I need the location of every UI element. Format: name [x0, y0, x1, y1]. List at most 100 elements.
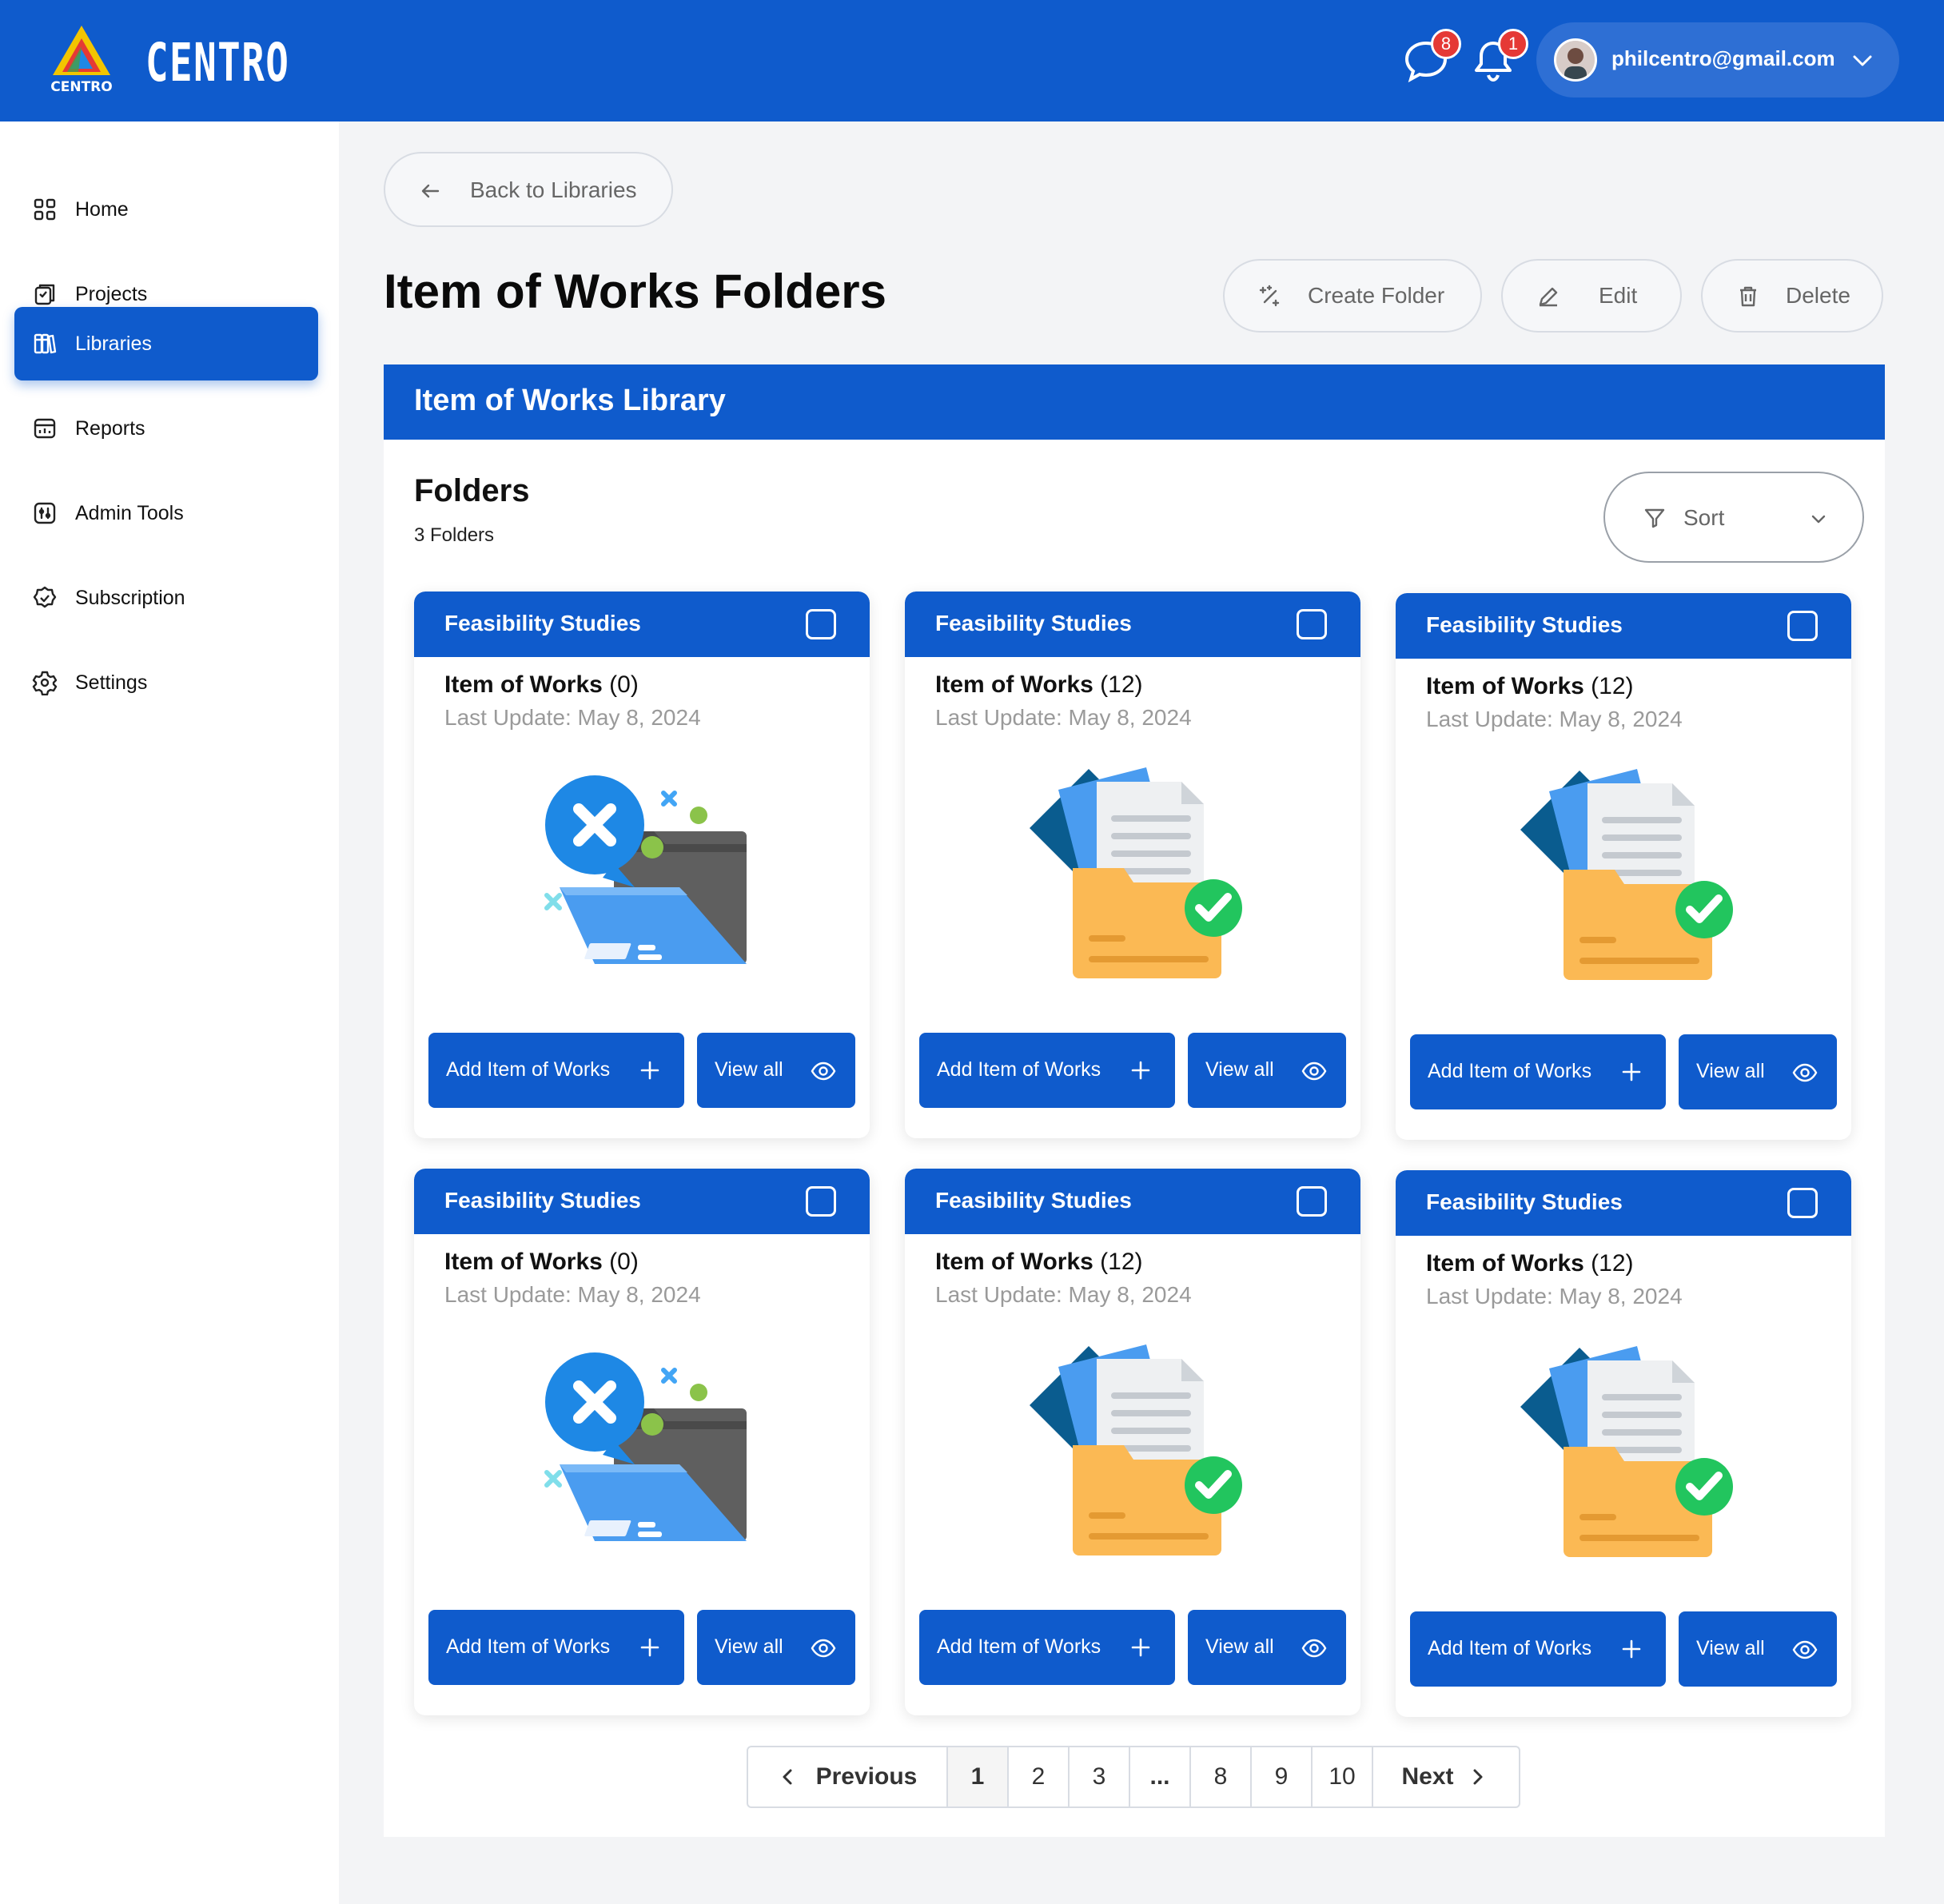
next-label: Next [1401, 1763, 1454, 1790]
delete-button[interactable]: Delete [1701, 259, 1883, 333]
card-last-update: Last Update: May 8, 2024 [444, 1282, 701, 1307]
card-item-name: Item of Works [935, 671, 1094, 698]
card-category: Feasibility Studies [444, 611, 641, 635]
card-header: Feasibility Studies [905, 1169, 1360, 1234]
eye-icon [1301, 1062, 1327, 1081]
sidebar-item-libraries[interactable]: Libraries [14, 307, 318, 380]
card-header: Feasibility Studies [414, 1169, 870, 1234]
page-button-9[interactable]: 9 [1252, 1747, 1313, 1806]
previous-button[interactable]: Previous [748, 1747, 948, 1806]
view-all-button[interactable]: View all [1188, 1033, 1346, 1108]
folder-card[interactable]: Feasibility Studies Item of Works (12) L… [1396, 593, 1851, 1140]
card-header: Feasibility Studies [1396, 593, 1851, 659]
card-title: Item of Works (12) [935, 1249, 1143, 1276]
back-label: Back to Libraries [470, 177, 637, 202]
edit-button[interactable]: Edit [1501, 259, 1682, 333]
add-item-of-works-button[interactable]: Add Item of Works [428, 1610, 684, 1685]
card-title: Item of Works (12) [1426, 673, 1634, 700]
card-last-update: Last Update: May 8, 2024 [1426, 1284, 1683, 1309]
chevron-down-icon [1853, 55, 1872, 66]
view-all-button[interactable]: View all [1679, 1034, 1837, 1109]
page-button-2[interactable]: 2 [1009, 1747, 1070, 1806]
view-label: View all [1205, 1058, 1274, 1081]
card-last-update: Last Update: May 8, 2024 [935, 1282, 1192, 1307]
card-title: Item of Works (12) [935, 671, 1143, 699]
next-button[interactable]: Next [1373, 1747, 1516, 1806]
chevron-right-icon [1473, 1769, 1483, 1785]
view-all-button[interactable]: View all [697, 1033, 855, 1108]
card-category: Feasibility Studies [1426, 1189, 1623, 1214]
view-label: View all [1205, 1635, 1274, 1658]
sidebar-item-settings[interactable]: Settings [14, 646, 318, 719]
grid-icon [34, 198, 56, 221]
add-item-of-works-button[interactable]: Add Item of Works [1410, 1034, 1666, 1109]
card-select-checkbox[interactable] [806, 1186, 836, 1217]
card-last-update: Last Update: May 8, 2024 [935, 705, 1192, 730]
folder-card[interactable]: Feasibility Studies Item of Works (12) L… [905, 592, 1360, 1138]
plus-icon [1131, 1061, 1150, 1080]
card-select-checkbox[interactable] [1297, 1186, 1327, 1217]
card-illustration [518, 1344, 766, 1560]
sidebar-item-subscription[interactable]: Subscription [14, 561, 318, 635]
add-label: Add Item of Works [937, 1058, 1101, 1081]
create-folder-button[interactable]: Create Folder [1223, 259, 1482, 333]
add-item-of-works-button[interactable]: Add Item of Works [919, 1610, 1175, 1685]
centro-logo[interactable]: CENTRO [42, 22, 122, 96]
card-last-update: Last Update: May 8, 2024 [444, 705, 701, 730]
add-label: Add Item of Works [1428, 1060, 1592, 1082]
badge-check-icon [33, 586, 57, 608]
magic-wand-icon [1259, 285, 1280, 307]
card-select-checkbox[interactable] [1297, 609, 1327, 639]
view-all-button[interactable]: View all [1188, 1610, 1346, 1685]
folder-card[interactable]: Feasibility Studies Item of Works (12) L… [1396, 1170, 1851, 1717]
sidebar-item-admin-tools[interactable]: Admin Tools [14, 476, 318, 550]
folder-card[interactable]: Feasibility Studies Item of Works (0) La… [414, 1169, 870, 1715]
sidebar-item-label: Reports [75, 417, 145, 440]
brand-name[interactable]: CENTRO [145, 32, 289, 94]
folder-card[interactable]: Feasibility Studies Item of Works (12) L… [905, 1169, 1360, 1715]
folder-with-documents-illustration [1520, 769, 1733, 980]
card-select-checkbox[interactable] [1787, 611, 1818, 641]
user-menu[interactable]: philcentro@gmail.com [1536, 22, 1899, 98]
sort-dropdown[interactable]: Sort [1603, 472, 1864, 563]
add-item-of-works-button[interactable]: Add Item of Works [1410, 1611, 1666, 1687]
page-button-8[interactable]: 8 [1191, 1747, 1252, 1806]
card-category: Feasibility Studies [1426, 612, 1623, 637]
books-icon [34, 333, 57, 354]
sidebar-item-home[interactable]: Home [14, 173, 318, 246]
messages-button[interactable]: 8 [1400, 29, 1461, 86]
page-button-10[interactable]: 10 [1313, 1747, 1373, 1806]
view-all-button[interactable]: View all [1679, 1611, 1837, 1687]
library-panel: Item of Works Library Folders 3 Folders … [384, 364, 1885, 1837]
card-header: Feasibility Studies [905, 592, 1360, 657]
plus-icon [640, 1061, 659, 1080]
card-illustration [1009, 1344, 1257, 1560]
add-label: Add Item of Works [446, 1635, 611, 1658]
add-item-of-works-button[interactable]: Add Item of Works [919, 1033, 1175, 1108]
view-all-button[interactable]: View all [697, 1610, 855, 1685]
page-button-1[interactable]: 1 [948, 1747, 1009, 1806]
eye-icon [1792, 1640, 1818, 1659]
sidebar-item-label: Home [75, 198, 129, 221]
card-select-checkbox[interactable] [1787, 1188, 1818, 1218]
card-select-checkbox[interactable] [806, 609, 836, 639]
messages-badge: 8 [1431, 29, 1461, 59]
back-to-libraries-button[interactable]: Back to Libraries [384, 152, 673, 227]
sidebar-item-reports[interactable]: Reports [14, 392, 318, 465]
card-header: Feasibility Studies [414, 592, 870, 657]
folder-with-documents-illustration [1030, 767, 1242, 978]
card-illustration [1009, 767, 1257, 983]
notifications-button[interactable]: 1 [1468, 29, 1528, 86]
sidebar-item-label: Libraries [75, 333, 152, 355]
add-item-of-works-button[interactable]: Add Item of Works [428, 1033, 684, 1108]
delete-label: Delete [1786, 283, 1850, 308]
sidebar-item-label: Subscription [75, 587, 185, 609]
view-label: View all [715, 1635, 783, 1658]
admin-tools-icon [34, 502, 56, 524]
folder-with-documents-illustration [1520, 1346, 1733, 1557]
eye-icon [1301, 1639, 1327, 1658]
logo-text: CENTRO [50, 79, 112, 95]
card-last-update: Last Update: May 8, 2024 [1426, 707, 1683, 731]
folder-card[interactable]: Feasibility Studies Item of Works (0) La… [414, 592, 870, 1138]
page-button-3[interactable]: 3 [1070, 1747, 1130, 1806]
